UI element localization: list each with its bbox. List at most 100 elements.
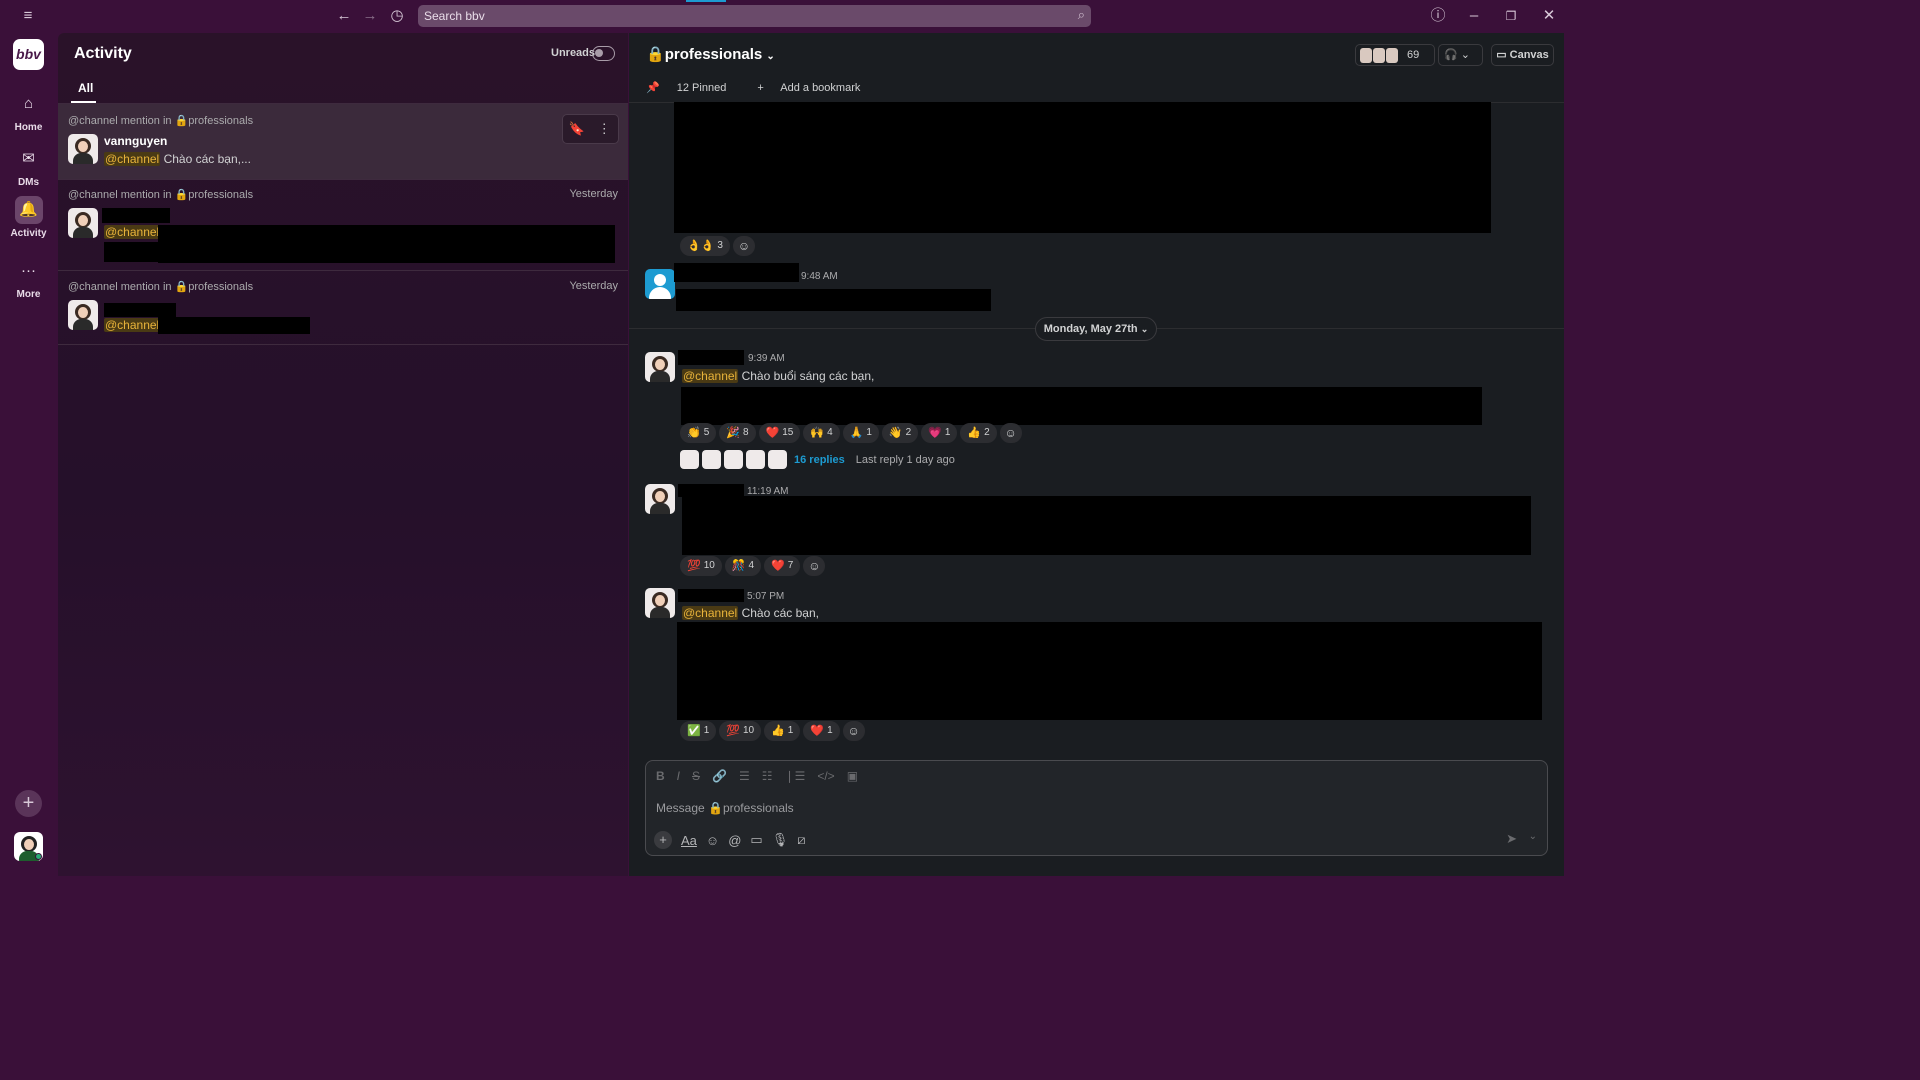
reply-avatar <box>768 450 787 469</box>
clock-icon[interactable]: ◷ <box>387 6 407 26</box>
text-style-button[interactable]: Aa <box>681 833 697 848</box>
mention-icon[interactable]: @ <box>728 833 741 848</box>
unreads-toggle[interactable] <box>592 46 615 61</box>
emoji-icon[interactable]: ☺ <box>706 833 719 848</box>
ordered-list-icon[interactable]: ☰ <box>739 769 750 783</box>
search-input[interactable]: Search bbv ⌕ <box>418 5 1091 27</box>
avatar <box>68 300 98 330</box>
arrow-left-icon[interactable]: ← <box>334 6 354 26</box>
rail-item-dms[interactable]: ✉ DMs <box>0 145 57 188</box>
date-divider-button[interactable]: Monday, May 27th ⌄ <box>1035 317 1157 341</box>
link-icon[interactable]: 🔗 <box>712 769 727 783</box>
reaction-pill[interactable]: 🙏 1 <box>842 423 879 443</box>
rail-item-more[interactable]: ··· More <box>0 257 57 300</box>
strikethrough-icon[interactable]: S <box>692 769 700 783</box>
huddle-button[interactable]: 🎧 ⌄ <box>1438 44 1483 66</box>
add-workspace-button[interactable]: + <box>15 790 42 817</box>
reaction-pill[interactable]: 👋 2 <box>881 423 919 443</box>
reply-avatar <box>746 450 765 469</box>
reaction-pill[interactable]: 🎉 8 <box>719 423 756 443</box>
chevron-down-icon: ⌄ <box>1140 324 1149 334</box>
reaction-pill[interactable]: 👍 2 <box>960 423 997 443</box>
close-icon[interactable]: ✕ <box>1539 6 1559 26</box>
reaction-pill[interactable]: 💯 10 <box>680 556 722 576</box>
reactions-bar: ✅ 1 💯 10 👍 1 ❤️ 1 ☺ <box>680 721 865 741</box>
bookmark-icon[interactable]: 🔖 <box>563 115 591 143</box>
channel-header-name[interactable]: 🔒professionals ⌄ <box>646 45 775 63</box>
avatar[interactable] <box>645 352 675 382</box>
restore-icon[interactable]: ❐ <box>1501 6 1521 26</box>
channel-view: 🔒professionals ⌄ 69 🎧 ⌄ ▭ Canvas 📌 12 Pi… <box>629 33 1564 876</box>
canvas-button[interactable]: ▭ Canvas <box>1491 44 1554 66</box>
bookmarks-bar: 📌 12 Pinned + Add a bookmark <box>646 81 888 94</box>
activity-item[interactable]: @channel mention in 🔒professionals vanng… <box>58 104 628 179</box>
italic-icon[interactable]: I <box>677 769 680 783</box>
blockquote-icon[interactable]: ❘☰ <box>785 769 806 783</box>
more-actions-icon[interactable]: ⋮ <box>591 115 619 143</box>
divider <box>58 344 628 345</box>
avatar[interactable] <box>645 484 675 514</box>
title-bar: ≡ ← → ◷ Search bbv ⌕ ⓘ – ❐ ✕ <box>0 0 1568 33</box>
activity-item[interactable]: @channel mention in 🔒professionals Yeste… <box>58 180 628 270</box>
avatar[interactable] <box>645 588 675 618</box>
chevron-down-icon[interactable]: ⌄ <box>1529 831 1537 842</box>
reaction-pill[interactable]: 🙌 4 <box>803 423 840 443</box>
add-reaction-icon[interactable]: ☺ <box>732 236 755 256</box>
reaction-pill[interactable]: 👌👌 3 <box>680 236 730 256</box>
lock-icon: 🔒 <box>174 189 189 201</box>
code-block-icon[interactable]: ▣ <box>847 769 858 783</box>
bold-icon[interactable]: B <box>656 769 665 783</box>
redacted-content <box>674 102 1491 233</box>
redacted-author <box>104 303 176 317</box>
message-input-placeholder[interactable]: Message 🔒professionals <box>656 801 794 815</box>
last-reply-text: Last reply 1 day ago <box>855 453 955 466</box>
video-icon[interactable]: ▭ <box>750 832 762 848</box>
rail-item-label: Home <box>14 122 43 133</box>
canvas-icon: ▭ <box>1496 49 1507 61</box>
reaction-pill[interactable]: ❤️ 1 <box>803 721 840 741</box>
message-timestamp[interactable]: 9:48 AM <box>801 271 838 282</box>
help-circle-icon[interactable]: ⓘ <box>1428 6 1448 26</box>
code-icon[interactable]: </> <box>817 769 834 783</box>
attach-plus-icon[interactable]: + <box>654 831 672 849</box>
arrow-right-icon[interactable]: → <box>360 6 380 26</box>
workspace-logo[interactable]: bbv <box>13 39 44 70</box>
reaction-pill[interactable]: 🎊 4 <box>724 556 762 576</box>
add-reaction-icon[interactable]: ☺ <box>999 423 1022 443</box>
message-text: @channel Chào các bạn, <box>682 606 819 620</box>
activity-item[interactable]: @channel mention in 🔒professionals Yeste… <box>58 271 628 344</box>
redacted-author <box>674 263 799 282</box>
reaction-pill[interactable]: 👏 5 <box>680 423 717 443</box>
reaction-pill[interactable]: ❤️ 7 <box>764 556 801 576</box>
add-reaction-icon[interactable]: ☺ <box>803 556 826 576</box>
reaction-pill[interactable]: ✅ 1 <box>680 721 717 741</box>
slash-command-icon[interactable]: ⧄ <box>797 832 805 848</box>
reply-avatar <box>702 450 721 469</box>
rail-item-home[interactable]: ⌂ Home <box>0 90 57 133</box>
thread-replies[interactable]: 16 replies Last reply 1 day ago <box>680 450 955 469</box>
tab-all[interactable]: All <box>78 81 93 95</box>
rail-item-activity[interactable]: 🔔 Activity <box>0 196 57 239</box>
reaction-pill[interactable]: ❤️ 15 <box>758 423 801 443</box>
minimize-icon[interactable]: – <box>1464 6 1484 26</box>
reaction-pill[interactable]: 👍 1 <box>764 721 801 741</box>
send-icon[interactable]: ➤ <box>1506 831 1517 847</box>
reply-avatar <box>724 450 743 469</box>
bulleted-list-icon[interactable]: ☷ <box>762 769 773 783</box>
reaction-pill[interactable]: 💗 1 <box>921 423 958 443</box>
message-timestamp[interactable]: 5:07 PM <box>747 591 784 602</box>
user-avatar[interactable] <box>14 832 43 861</box>
member-count-button[interactable]: 69 <box>1355 44 1435 66</box>
message-composer[interactable]: B I S 🔗 ☰ ☷ ❘☰ </> ▣ Message 🔒profession… <box>645 760 1548 856</box>
pinned-button[interactable]: 📌 12 Pinned <box>646 82 740 94</box>
microphone-icon[interactable]: 🎙 <box>772 832 789 848</box>
add-reaction-icon[interactable]: ☺ <box>842 721 865 741</box>
reaction-pill[interactable]: 💯 10 <box>719 721 762 741</box>
avatar[interactable] <box>645 269 675 299</box>
add-bookmark-button[interactable]: + Add a bookmark <box>757 82 874 94</box>
reply-count-link[interactable]: 16 replies <box>794 454 845 466</box>
composer-actions: + Aa ☺ @ ▭ 🎙 ⧄ <box>654 831 805 849</box>
hamburger-menu-icon[interactable]: ≡ <box>18 6 38 26</box>
message-timestamp[interactable]: 9:39 AM <box>748 353 785 364</box>
redacted-content <box>676 289 991 311</box>
